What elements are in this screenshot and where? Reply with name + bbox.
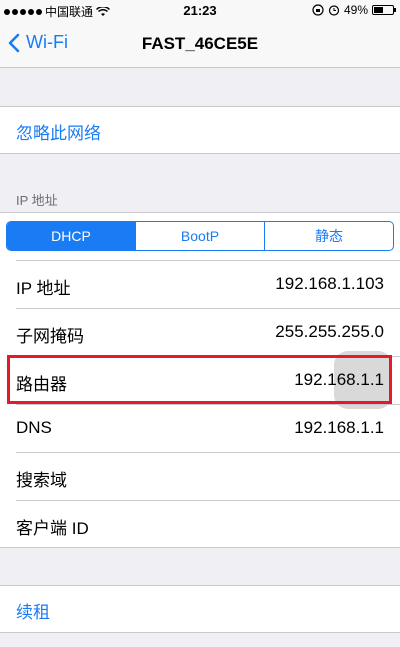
subnet-mask-row: 子网掩码 255.255.255.0 xyxy=(0,309,400,356)
router-label: 路由器 xyxy=(16,375,67,394)
router-value: 192.168.1.1 xyxy=(294,370,384,389)
renew-lease-cell[interactable]: 续租 xyxy=(0,585,400,633)
dns-label: DNS xyxy=(16,418,52,437)
status-bar: 中国联通 21:23 49% xyxy=(0,0,400,20)
alarm-icon xyxy=(328,5,340,16)
ip-address-label: IP 地址 xyxy=(16,279,71,298)
search-domain-row[interactable]: 搜索域 xyxy=(0,453,400,500)
rotation-lock-icon xyxy=(312,4,324,16)
ip-mode-segmented-control[interactable]: DHCP BootP 静态 xyxy=(6,221,394,251)
subnet-mask-value: 255.255.255.0 xyxy=(275,322,384,341)
dns-row[interactable]: DNS 192.168.1.1 xyxy=(0,405,400,452)
ip-address-value: 192.168.1.103 xyxy=(275,274,384,293)
page-title: FAST_46CE5E xyxy=(141,34,259,53)
forget-network-cell[interactable]: 忽略此网络 xyxy=(0,106,400,154)
forget-network-button[interactable]: 忽略此网络 xyxy=(16,119,101,144)
client-id-label: 客户端 ID xyxy=(16,519,89,538)
segment-static[interactable]: 静态 xyxy=(264,222,393,250)
segment-dhcp[interactable]: DHCP xyxy=(7,222,135,250)
navigation-bar: Wi-Fi FAST_46CE5E xyxy=(0,20,400,68)
client-id-row[interactable]: 客户端 ID xyxy=(0,501,400,548)
dns-value[interactable]: 192.168.1.1 xyxy=(294,418,384,438)
ip-section-header: IP 地址 xyxy=(16,193,58,208)
router-row: 路由器 192.168.1.1 xyxy=(0,357,400,404)
search-domain-label: 搜索域 xyxy=(16,471,67,490)
renew-lease-button[interactable]: 续租 xyxy=(16,598,50,623)
battery-icon xyxy=(372,5,396,15)
status-right: 49% xyxy=(312,3,396,17)
segment-bootp[interactable]: BootP xyxy=(135,222,264,250)
battery-percent: 49% xyxy=(343,3,368,17)
subnet-mask-label: 子网掩码 xyxy=(16,327,84,346)
ip-address-row: IP 地址 192.168.1.103 xyxy=(0,261,400,308)
separator xyxy=(0,547,400,548)
